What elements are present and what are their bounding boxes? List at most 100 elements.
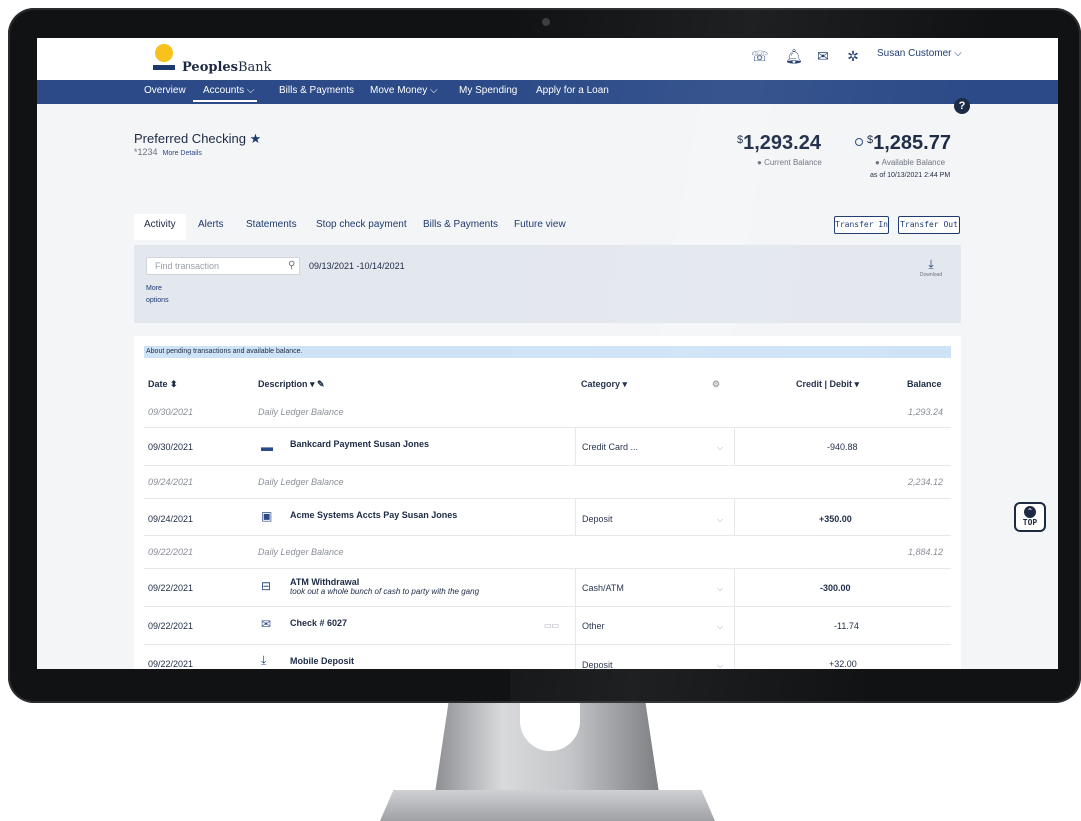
row-description[interactable]: Mobile Deposit [290,656,354,666]
pending-notice[interactable]: About pending transactions and available… [144,346,951,358]
col-credit-debit[interactable]: Credit | Debit ▾ [796,379,859,390]
date-range[interactable]: 09/13/2021 -10/14/2021 [309,261,405,271]
gear-icon[interactable]: ✲ [845,48,861,64]
col-date[interactable]: Date ⬍ [148,379,178,390]
row-date: 09/30/2021 [148,407,194,417]
row-date: 09/24/2021 [148,514,194,524]
chevron-down-icon[interactable]: ⌵ [717,515,723,525]
row-balance: 1,884.12 [907,547,943,557]
tab-statements[interactable]: Statements [246,219,297,230]
chevron-down-icon[interactable]: ⌵ [717,584,723,594]
transfer-in-button[interactable]: Transfer In [834,216,889,234]
nav-move-money[interactable]: Move Money ⌵ [370,85,438,96]
bank-app-screen: PeoplesBank ☏ 🔔︎ ✉ ✲ Susan Customer ⌵ Ov… [37,38,1058,669]
table-row[interactable]: 09/24/2021 ▣ Acme Systems Accts Pay Susa… [144,499,951,536]
tab-bills-payments[interactable]: Bills & Payments [423,219,498,230]
search-icon[interactable]: ⚲ [288,260,295,271]
col-category[interactable]: Category ▾ [581,379,627,390]
nav-overview[interactable]: Overview [144,85,186,96]
bell-icon[interactable]: 🔔︎ [785,48,803,64]
balance-timestamp: as of 10/13/2021 2:44 PM [870,172,951,179]
table-row[interactable]: 09/30/2021 ▬ Bankcard Payment Susan Jone… [144,428,951,466]
briefcase-icon: ▣ [261,509,273,523]
tab-activity[interactable]: Activity [144,219,176,230]
refresh-icon[interactable] [855,138,863,146]
more-details-link[interactable]: More Details [163,150,202,157]
row-balance: 1,293.24 [907,407,943,417]
more-options-link[interactable]: More options [146,283,186,307]
account-tabs: Activity Alerts Statements Stop check pa… [134,214,574,240]
filter-panel: Find transaction ⚲ 09/13/2021 -10/14/202… [134,245,961,323]
check-icon: ✉ [261,617,272,631]
monitor: PeoplesBank ☏ 🔔︎ ✉ ✲ Susan Customer ⌵ Ov… [0,0,1081,821]
category-select[interactable]: Cash/ATM [582,583,624,593]
user-menu[interactable]: Susan Customer ⌵ [877,48,962,59]
mail-icon[interactable]: ✉ [815,48,831,64]
table-row: 09/24/2021 Daily Ledger Balance 2,234.12 [144,466,951,499]
chevron-down-icon[interactable]: ⌵ [717,622,723,632]
row-amount: +32.00 [829,659,857,669]
row-amount: -300.00 [820,583,851,593]
transfer-out-button[interactable]: Transfer Out [898,216,960,234]
nav-apply-loan[interactable]: Apply for a Loan [536,85,609,96]
check-image-icon[interactable]: ▭▭ [544,621,559,630]
phone-icon[interactable]: ☏ [751,48,769,64]
table-row: 09/22/2021 Daily Ledger Balance 1,884.12 [144,536,951,569]
current-balance: $1,293.24 [737,132,821,154]
bank-logo[interactable]: PeoplesBank [182,60,272,75]
nav-my-spending[interactable]: My Spending [459,85,517,96]
table-row[interactable]: 09/22/2021 ⤓ Mobile Deposit Deposit ⌵ +3… [144,645,951,669]
row-description[interactable]: Acme Systems Accts Pay Susan Jones [290,510,457,520]
search-input[interactable]: Find transaction [146,257,300,275]
tab-stop-check[interactable]: Stop check payment [316,219,407,230]
nav-accounts[interactable]: Accounts ⌵ [203,85,255,96]
table-row[interactable]: 09/22/2021 ✉ Check # 6027 ▭▭ Other ⌵ -11… [144,607,951,645]
row-memo: took out a whole bunch of cash to party … [290,587,480,596]
row-description: Daily Ledger Balance [258,547,344,557]
category-select[interactable]: Deposit [582,660,613,669]
credit-card-icon: ▬ [261,440,273,454]
account-title: Preferred Checking ★ [134,131,262,146]
atm-icon: ⊟ [261,579,272,593]
chevron-down-icon[interactable]: ⌵ [717,661,723,669]
star-icon[interactable]: ★ [250,131,262,146]
top-bar: PeoplesBank ☏ 🔔︎ ✉ ✲ Susan Customer ⌵ [37,38,1058,80]
col-balance[interactable]: Balance [907,379,942,389]
camera-dot [542,18,550,26]
row-description: Daily Ledger Balance [258,407,344,417]
account-number: *1234 More Details [134,147,202,157]
row-description: Daily Ledger Balance [258,477,344,487]
current-balance-label: ● Current Balance [757,158,822,167]
row-amount: -940.88 [827,442,858,452]
row-description[interactable]: ATM Withdrawal took out a whole bunch of … [290,577,479,596]
available-balance: $1,285.77 [855,132,951,155]
available-balance-label: ● Available Balance [875,158,946,167]
tab-future-view[interactable]: Future view [514,219,566,230]
category-select[interactable]: Deposit [582,514,613,524]
mobile-deposit-icon: ⤓ [261,653,267,667]
monitor-base [380,790,715,821]
category-select[interactable]: Credit Card ... [582,442,638,452]
category-select[interactable]: Other [582,621,605,631]
row-date: 09/22/2021 [148,547,194,557]
row-description[interactable]: Bankcard Payment Susan Jones [290,439,429,449]
transactions-panel: About pending transactions and available… [134,336,961,669]
table-row: 09/30/2021 Daily Ledger Balance 1,293.24 [144,395,951,428]
row-date: 09/24/2021 [148,477,194,487]
col-description[interactable]: Description ▾ ✎ [258,379,325,390]
tab-alerts[interactable]: Alerts [198,219,224,230]
chevron-down-icon[interactable]: ⌵ [717,443,723,453]
settings-icon[interactable]: ⚙ [712,379,720,390]
edit-icon[interactable]: ✎ [317,379,325,389]
chevron-up-icon: ⌃ [1024,506,1036,518]
help-icon[interactable]: ? [954,98,970,114]
row-date: 09/22/2021 [148,583,194,593]
row-amount: -11.74 [834,621,859,631]
row-description[interactable]: Check # 6027 [290,618,347,628]
row-date: 09/22/2021 [148,621,194,631]
row-balance: 2,234.12 [907,477,943,487]
nav-bills-payments[interactable]: Bills & Payments [279,85,354,96]
back-to-top-button[interactable]: ⌃ TOP [1014,502,1046,532]
download-button[interactable]: ⤓ Download [918,257,944,278]
table-row[interactable]: 09/22/2021 ⊟ ATM Withdrawal took out a wh… [144,569,951,607]
